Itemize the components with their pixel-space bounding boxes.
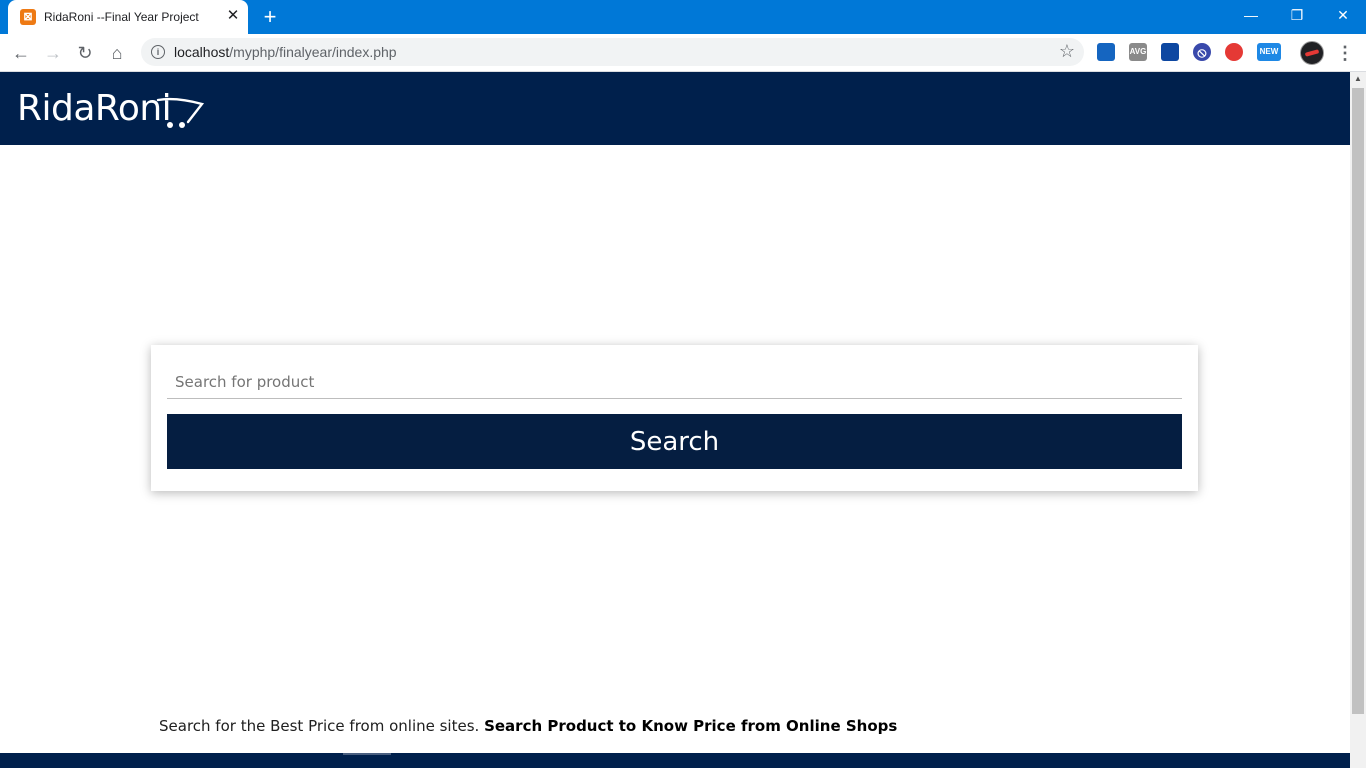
site-info-icon[interactable]: i <box>151 45 165 59</box>
browser-menu-icon[interactable]: ⋮ <box>1336 42 1354 64</box>
url-host: localhost <box>174 44 230 60</box>
vertical-scrollbar[interactable]: ▲ <box>1350 72 1366 768</box>
site-footer <box>0 753 1350 768</box>
forward-button[interactable]: → <box>40 40 66 66</box>
footer-bold-text: Search Product to Know Price from Online… <box>484 717 898 735</box>
bookmark-star-icon[interactable]: ☆ <box>1059 41 1075 62</box>
browser-titlebar: ⊠ RidaRoni --Final Year Project ✕ + — ❐ … <box>0 0 1366 34</box>
analytics-extension-icon[interactable] <box>1161 43 1179 61</box>
footer-tagline: Search for the Best Price from online si… <box>159 717 897 735</box>
site-logo[interactable]: RidaRoni <box>17 88 172 129</box>
footer-tab-indicator <box>343 753 391 755</box>
scroll-up-arrow-icon[interactable]: ▲ <box>1350 72 1366 86</box>
back-button[interactable]: ← <box>8 40 34 66</box>
toolbox-extension-icon[interactable] <box>1097 43 1115 61</box>
xampp-favicon-icon: ⊠ <box>20 9 36 25</box>
close-window-button[interactable]: ✕ <box>1320 0 1366 30</box>
address-bar[interactable]: i localhost/myphp/finalyear/index.php ☆ <box>141 38 1084 66</box>
url-path: /myphp/finalyear/index.php <box>229 44 397 60</box>
browser-toolbar: ← → ↻ ⌂ i localhost/myphp/finalyear/inde… <box>0 34 1366 72</box>
avg-extension-icon[interactable]: AVG <box>1129 43 1147 61</box>
cart-logo-icon <box>156 97 205 128</box>
tab-close-icon[interactable]: ✕ <box>224 7 242 25</box>
tab-title: RidaRoni --Final Year Project <box>44 10 199 24</box>
restore-button[interactable]: ❐ <box>1274 0 1320 30</box>
adblock-extension-icon[interactable] <box>1225 43 1243 61</box>
browser-tab[interactable]: ⊠ RidaRoni --Final Year Project ✕ <box>8 0 248 34</box>
home-button[interactable]: ⌂ <box>104 40 130 66</box>
minimize-button[interactable]: — <box>1228 0 1274 30</box>
search-card: Search <box>151 345 1198 491</box>
search-input[interactable] <box>167 365 1182 399</box>
new-extension-icon[interactable]: NEW <box>1257 43 1281 61</box>
reload-button[interactable]: ↻ <box>72 40 98 66</box>
search-button[interactable]: Search <box>167 414 1182 469</box>
page-viewport: RidaRoni Search Search for the Best Pric… <box>0 72 1350 768</box>
block-extension-icon[interactable]: ⦸ <box>1193 43 1211 61</box>
url-text[interactable]: localhost/myphp/finalyear/index.php <box>174 44 397 60</box>
site-header: RidaRoni <box>0 72 1350 145</box>
scrollbar-thumb[interactable] <box>1352 88 1364 714</box>
profile-avatar[interactable] <box>1300 41 1324 65</box>
footer-text: Search for the Best Price from online si… <box>159 717 480 735</box>
new-tab-button[interactable]: + <box>258 5 282 29</box>
